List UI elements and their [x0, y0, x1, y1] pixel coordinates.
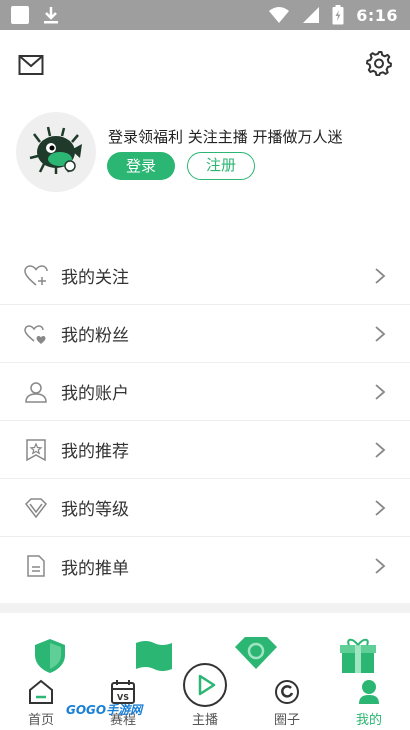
menu-item-recommend[interactable]: 我的推荐 [0, 421, 410, 479]
play-icon [198, 674, 216, 696]
hearts-icon [24, 325, 46, 344]
wifi-icon [269, 7, 290, 23]
avatar[interactable] [16, 112, 96, 192]
menu-item-label: 我的等级 [61, 500, 129, 520]
tab-label: 主播 [191, 713, 218, 728]
gem-icon [235, 637, 277, 669]
menu-item-label: 我的账户 [61, 384, 129, 404]
circle-icon [275, 680, 299, 704]
gift-icon [340, 638, 376, 673]
signal-icon [303, 7, 320, 23]
profile-section: 登录领福利 关注主播 开播做万人迷 登录 注册 [0, 108, 410, 198]
watermark-logo: GOGO手游网 [66, 703, 143, 717]
gear-icon[interactable] [366, 50, 392, 76]
bottom-tab-bar: 首页 VS 赛程 主播 圈子 我的 GOGO手游网 [0, 613, 410, 730]
menu-item-tips[interactable]: 我的推单 [0, 537, 410, 595]
tab-circle[interactable]: 圈子 [252, 678, 322, 730]
menu-item-label: 我的粉丝 [61, 326, 129, 346]
menu-item-label: 我的关注 [61, 268, 129, 288]
menu-item-level[interactable]: 我的等级 [0, 479, 410, 537]
battery-icon [332, 5, 344, 25]
pufferfish-avatar-icon [29, 126, 82, 174]
status-time: 6:16 [356, 5, 398, 25]
menu-item-follow[interactable]: 我的关注 [0, 247, 410, 305]
menu-list: 我的关注 我的粉丝 我的账户 我的推荐 我的等级 我的推单 [0, 247, 410, 595]
menu-item-fans[interactable]: 我的粉丝 [0, 305, 410, 363]
mail-icon[interactable] [18, 54, 44, 76]
login-button[interactable]: 登录 [107, 152, 175, 180]
home-icon [29, 679, 53, 704]
play-button[interactable] [183, 663, 227, 707]
person-icon [359, 680, 379, 704]
menu-item-account[interactable]: 我的账户 [0, 363, 410, 421]
chevron-right-icon [375, 500, 386, 516]
register-button[interactable]: 注册 [187, 152, 255, 180]
status-bar: 6:16 [0, 0, 410, 30]
download-icon [44, 7, 58, 24]
chevron-right-icon [375, 268, 386, 284]
chevron-right-icon [375, 384, 386, 400]
chevron-right-icon [375, 326, 386, 342]
user-icon [25, 382, 47, 403]
chevron-right-icon [375, 558, 386, 574]
heart-plus-icon [24, 265, 48, 286]
flag-icon [136, 641, 172, 671]
top-actions [0, 30, 410, 100]
document-icon [27, 555, 45, 577]
menu-item-label: 我的推荐 [61, 442, 129, 462]
diamond-icon [25, 498, 47, 519]
tab-label: 我的 [355, 713, 382, 728]
section-divider [0, 603, 410, 613]
promo-text: 登录领福利 关注主播 开播做万人迷 [108, 128, 343, 146]
menu-item-label: 我的推单 [61, 558, 129, 579]
shield-icon [35, 639, 65, 673]
bookmark-star-icon [26, 439, 46, 462]
tab-label: 圈子 [273, 713, 300, 728]
chevron-right-icon [375, 442, 386, 458]
tab-mine[interactable]: 我的 [334, 678, 404, 730]
photo-icon [11, 6, 29, 24]
